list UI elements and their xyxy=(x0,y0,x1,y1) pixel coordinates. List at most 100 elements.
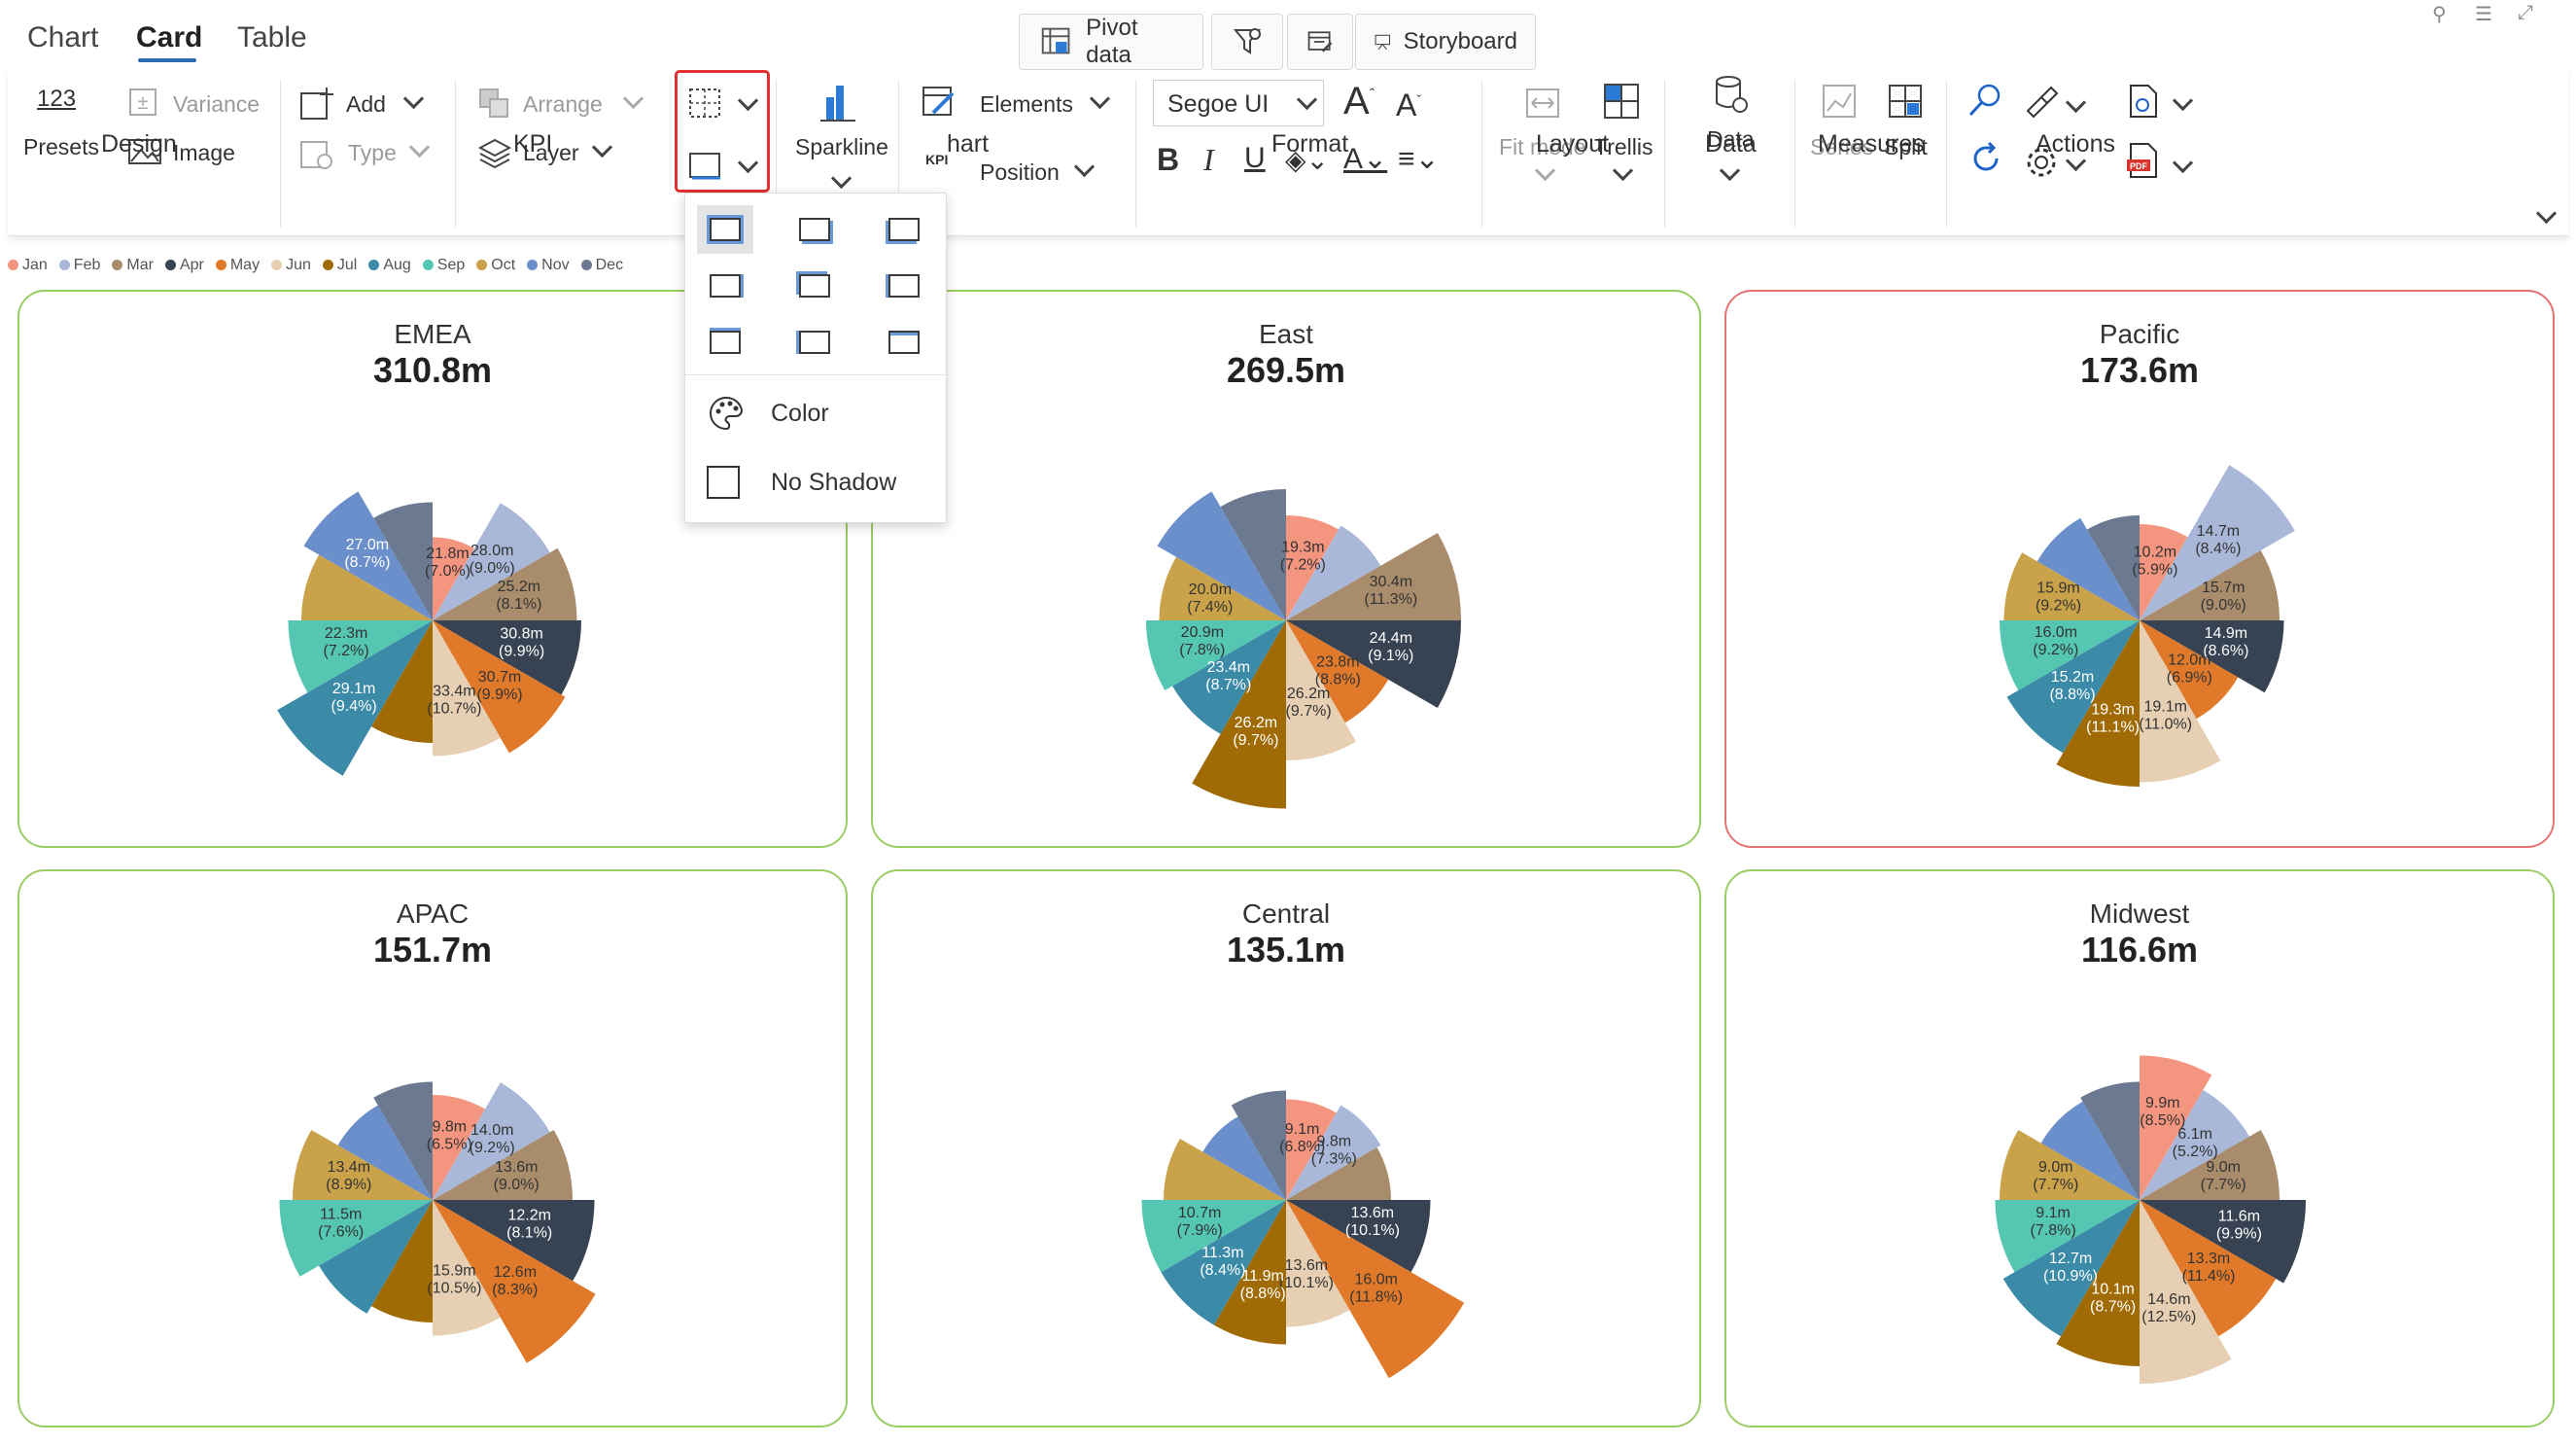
sparkline-button[interactable]: Sparkline xyxy=(795,134,888,160)
menu-icon[interactable]: ☰ xyxy=(2475,2,2492,26)
slice-data-label: 26.2m (9.7%) xyxy=(1233,715,1278,749)
slice-data-label: 15.9m (10.5%) xyxy=(427,1263,481,1297)
legend-dot xyxy=(215,260,226,270)
shadow-option-7[interactable] xyxy=(697,318,753,367)
legend-item-dec[interactable]: Dec xyxy=(580,257,623,274)
underline-icon[interactable]: U xyxy=(1244,142,1266,175)
separator xyxy=(455,80,456,228)
pivot-data-button[interactable]: Pivot data xyxy=(1019,14,1203,70)
shadow-option-2[interactable] xyxy=(786,205,843,254)
legend-dot xyxy=(112,260,123,270)
kpi-card-apac[interactable]: APAC 151.7m 9.8m (6.5%) 14.0m (9.2%) 13.6m (9.0… xyxy=(17,869,848,1427)
shadow-option-4[interactable] xyxy=(697,262,753,310)
legend-label: Feb xyxy=(73,257,101,273)
legend-item-jul[interactable]: Jul xyxy=(322,257,357,274)
shadow-dropdown-menu: Color No Shadow xyxy=(684,193,947,523)
no-shadow-menu-item[interactable]: No Shadow xyxy=(707,466,896,499)
kpi-card-midwest[interactable]: Midwest 116.6m 9.9m (8.5%) 6.1m (5.2%) 9.0m (7.… xyxy=(1724,869,2555,1427)
legend-item-jun[interactable]: Jun xyxy=(271,257,311,274)
color-menu-item[interactable]: Color xyxy=(707,394,829,433)
slice-data-label: 15.2m (8.8%) xyxy=(2049,669,2095,703)
filter-button[interactable] xyxy=(1211,14,1283,70)
fit-mode-icon xyxy=(1526,88,1559,118)
export-settings-icon[interactable] xyxy=(2123,82,2162,121)
type-button[interactable]: Type xyxy=(348,140,397,166)
slice-data-label: 11.5m (7.6%) xyxy=(318,1206,364,1240)
add-button[interactable]: Add xyxy=(346,91,386,118)
italic-icon[interactable]: I xyxy=(1203,142,1214,178)
kpi-card-pacific[interactable]: Pacific 173.6m 10.2m (5.9%) 14.7m (8.4%) 15.7m… xyxy=(1724,290,2555,848)
pivot-icon xyxy=(1041,27,1070,54)
shadow-option-3[interactable] xyxy=(876,205,932,254)
legend-item-feb[interactable]: Feb xyxy=(58,257,101,274)
kpi-card-east[interactable]: East 269.5m 19.3m (7.2%) 30.4m (11.3%) 24.4m (9… xyxy=(871,290,1701,848)
slice-data-label: 26.2m (9.7%) xyxy=(1286,686,1332,720)
position-button[interactable]: Position xyxy=(980,159,1060,186)
pin-icon[interactable]: ⚲ xyxy=(2432,2,2447,26)
decrease-font-icon[interactable]: Aˇ xyxy=(1396,88,1421,123)
slice-data-label: 20.9m (7.8%) xyxy=(1179,624,1225,658)
presets-number-icon[interactable]: 123 xyxy=(37,86,76,113)
elements-button[interactable]: Elements xyxy=(980,91,1073,118)
slice-data-label: 15.7m (9.0%) xyxy=(2201,580,2246,614)
slice-data-label: 25.2m (8.1%) xyxy=(496,579,541,613)
layer-icon xyxy=(477,138,512,169)
font-color-icon[interactable]: A⌄ xyxy=(1343,142,1387,176)
legend-item-may[interactable]: May xyxy=(215,257,260,274)
slice-data-label: 16.0m (9.2%) xyxy=(2033,624,2078,658)
brush-icon[interactable] xyxy=(2022,82,2061,121)
font-select[interactable]: Segoe UI xyxy=(1153,80,1324,126)
legend-item-apr[interactable]: Apr xyxy=(164,257,204,274)
refresh-icon[interactable] xyxy=(1967,140,2004,177)
shadow-option-1[interactable] xyxy=(697,205,753,254)
polar-area-chart: 9.9m (8.5%)6.1m (5.2%)9.0m (7.7%)11.6m (9.9%… xyxy=(1995,1055,2306,1384)
edit-table-button[interactable] xyxy=(1287,14,1353,70)
legend-item-nov[interactable]: Nov xyxy=(527,257,570,274)
kpi-card-central[interactable]: Central 135.1m 9.1m (6.8%) 9.8m (7.3%) 13.6m (1… xyxy=(871,869,1701,1427)
align-icon[interactable]: ≡⌄ xyxy=(1398,142,1440,176)
variance-button[interactable]: Variance xyxy=(173,91,260,118)
slice-data-label: 9.1m (7.8%) xyxy=(2031,1205,2076,1239)
tab-card[interactable]: Card xyxy=(136,21,202,54)
increase-font-icon[interactable]: Aˆ xyxy=(1343,80,1375,123)
slice-data-label: 14.0m (9.2%) xyxy=(470,1122,515,1156)
slice-data-label: 14.7m (8.4%) xyxy=(2195,523,2241,557)
legend-dot xyxy=(580,260,592,270)
image-button[interactable]: Image xyxy=(173,140,235,166)
database-icon xyxy=(1716,76,1748,113)
presets-button[interactable]: Presets xyxy=(23,134,99,160)
polar-area-chart: 9.8m (6.5%)14.0m (9.2%)13.6m (9.0%) 12.2m (8.… xyxy=(279,1081,596,1363)
pdf-icon[interactable]: PDF xyxy=(2123,140,2162,181)
expand-icon[interactable]: ⤢ xyxy=(2518,2,2533,24)
slice-data-label: 28.0m (9.0%) xyxy=(470,543,515,577)
search-icon[interactable] xyxy=(1966,82,2004,121)
legend-label: Nov xyxy=(541,257,570,273)
slice-data-label: 10.2m (5.9%) xyxy=(2132,545,2177,579)
slice-data-label: 12.0m (6.9%) xyxy=(2167,652,2212,686)
storyboard-button[interactable]: Storyboard xyxy=(1355,14,1536,70)
slice-data-label: 9.8m (7.3%) xyxy=(1311,1134,1357,1168)
legend-item-jan[interactable]: Jan xyxy=(8,257,48,274)
bold-icon[interactable]: B xyxy=(1157,142,1179,178)
shadow-option-8[interactable] xyxy=(786,318,843,367)
arrange-button[interactable]: Arrange xyxy=(523,91,603,118)
slice-data-label: 9.0m (7.7%) xyxy=(2201,1159,2246,1193)
storyboard-icon xyxy=(1375,34,1391,51)
shadow-icon[interactable] xyxy=(686,150,723,181)
legend-item-oct[interactable]: Oct xyxy=(476,257,515,274)
shadow-option-5[interactable] xyxy=(786,262,843,310)
split-icon xyxy=(1889,85,1922,118)
shadow-option-6[interactable] xyxy=(876,262,932,310)
slice-data-label: 33.4m (10.7%) xyxy=(427,684,481,718)
tab-chart[interactable]: Chart xyxy=(27,21,98,54)
measures-group-label: Measures xyxy=(1818,130,1925,158)
legend-item-mar[interactable]: Mar xyxy=(112,257,154,274)
tab-table[interactable]: Table xyxy=(237,21,307,54)
legend-item-sep[interactable]: Sep xyxy=(422,257,465,274)
shadow-option-9[interactable] xyxy=(876,318,932,367)
legend-item-aug[interactable]: Aug xyxy=(368,257,411,274)
filter-icon xyxy=(1233,28,1262,54)
border-icon[interactable] xyxy=(686,86,723,121)
slice-data-label: 13.3m (11.4%) xyxy=(2182,1251,2236,1285)
slice-data-label: 19.3m (11.1%) xyxy=(2086,701,2140,735)
